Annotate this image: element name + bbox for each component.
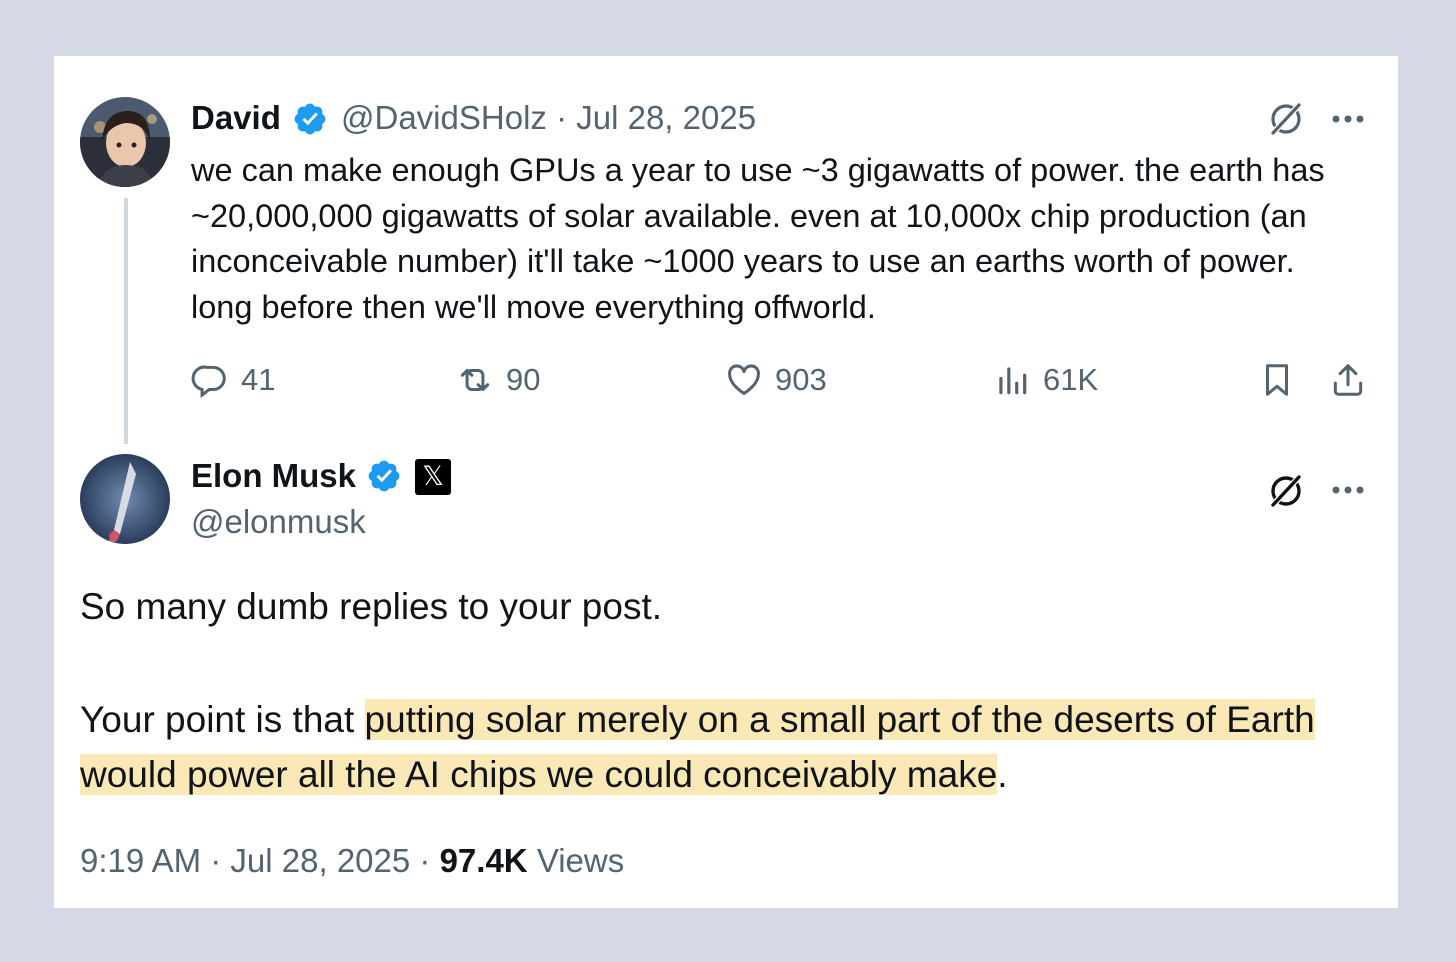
verified-badge-icon [368,460,400,492]
bookmark-icon[interactable] [1258,361,1296,399]
views-label: Views [536,842,625,879]
more-icon[interactable] [1330,484,1366,496]
thread-line [124,198,128,444]
author-name[interactable]: Elon Musk [191,457,356,495]
avatar-david[interactable] [80,97,170,187]
reply-paragraph-1: So many dumb replies to your post. [80,586,663,627]
post-date[interactable]: Jul 28, 2025 [576,99,756,136]
reply-count: 41 [241,362,276,397]
post-text: we can make enough GPUs a year to use ~3… [191,152,1325,325]
views-count: 61K [1043,362,1099,397]
reply-button[interactable]: 41 [191,360,275,400]
share-icon[interactable] [1329,361,1367,399]
verified-badge-icon [294,103,326,135]
author-handle[interactable]: @DavidSHolz [341,99,547,136]
post-time[interactable]: 9:19 AM [80,842,201,879]
author-name[interactable]: David [191,99,281,137]
separator: · [556,99,568,136]
author-handle-date[interactable]: @DavidSHolz · Jul 28, 2025 [341,99,756,137]
repost-icon [460,368,490,392]
x-affiliate-badge-icon[interactable]: 𝕏 [415,459,451,495]
views-button[interactable]: 61K [993,360,1098,400]
screenshot-card: David @DavidSHolz · Jul 28, 2025 we can … [54,56,1398,908]
separator: · [210,842,222,879]
like-button[interactable]: 903 [725,360,827,400]
post-meta: 9:19 AM · Jul 28, 2025 · 97.4K Views [80,842,624,880]
paragraph-lead: Your point is that [80,699,365,740]
like-icon [728,364,760,395]
like-count: 903 [775,362,827,397]
more-icon[interactable] [1330,113,1366,125]
repost-count: 90 [506,362,541,397]
separator: · [419,842,431,879]
grok-icon[interactable] [1267,100,1305,138]
grok-icon[interactable] [1267,472,1305,510]
views-icon [999,367,1027,395]
repost-button[interactable]: 90 [456,360,540,400]
author-handle[interactable]: @elonmusk [191,503,366,541]
paragraph-tail: . [997,754,1008,795]
post-date[interactable]: Jul 28, 2025 [230,842,410,879]
views-count[interactable]: 97.4K [440,842,528,879]
reply-paragraph-2: Your point is that putting solar merely … [80,692,1360,802]
reply-icon [191,365,226,399]
avatar-elon[interactable] [80,454,170,544]
